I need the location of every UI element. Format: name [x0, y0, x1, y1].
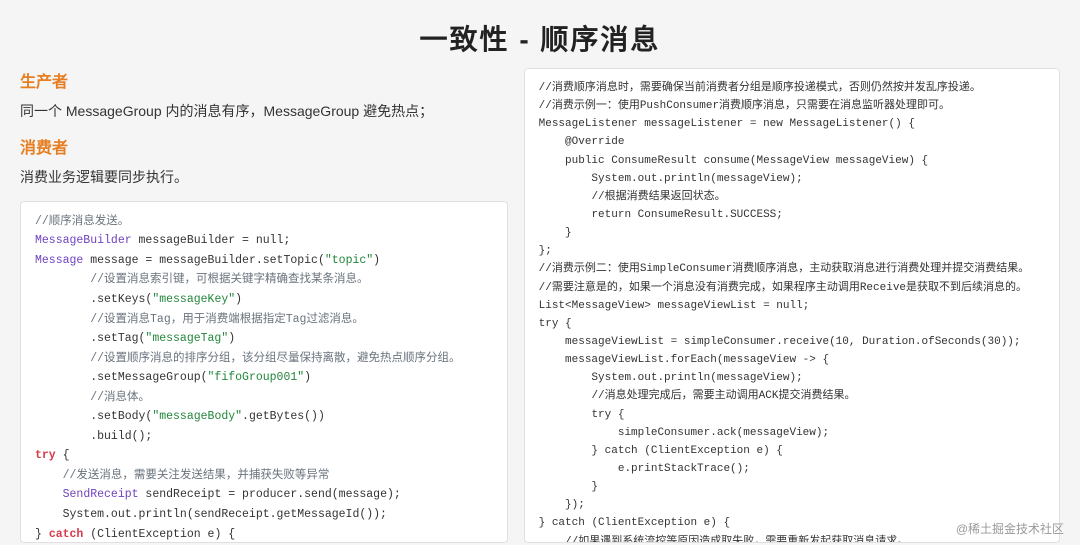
consumer-label: 消费者	[20, 134, 508, 158]
page-title: 一致性 - 顺序消息	[0, 18, 1080, 58]
right-code-block: //消费顺序消息时，需要确保当前消费者分组是顺序投递模式，否则仍然按并发乱序投递…	[524, 68, 1060, 543]
content-area: 生产者 同一个 MessageGroup 内的消息有序，MessageGroup…	[0, 68, 1080, 543]
watermark: @稀土掘金技术社区	[956, 520, 1064, 537]
left-code-block: //顺序消息发送。 MessageBuilder messageBuilder …	[20, 201, 508, 543]
title-section: 一致性 - 顺序消息	[0, 0, 1080, 68]
producer-label: 生产者	[20, 68, 508, 92]
consumer-text: 消费业务逻辑要同步执行。	[20, 166, 508, 188]
producer-text: 同一个 MessageGroup 内的消息有序，MessageGroup 避免热…	[20, 100, 508, 122]
right-panel: //消费顺序消息时，需要确保当前消费者分组是顺序投递模式，否则仍然按并发乱序投递…	[524, 68, 1060, 543]
left-panel: 生产者 同一个 MessageGroup 内的消息有序，MessageGroup…	[20, 68, 508, 543]
page-container: 一致性 - 顺序消息 生产者 同一个 MessageGroup 内的消息有序，M…	[0, 0, 1080, 545]
